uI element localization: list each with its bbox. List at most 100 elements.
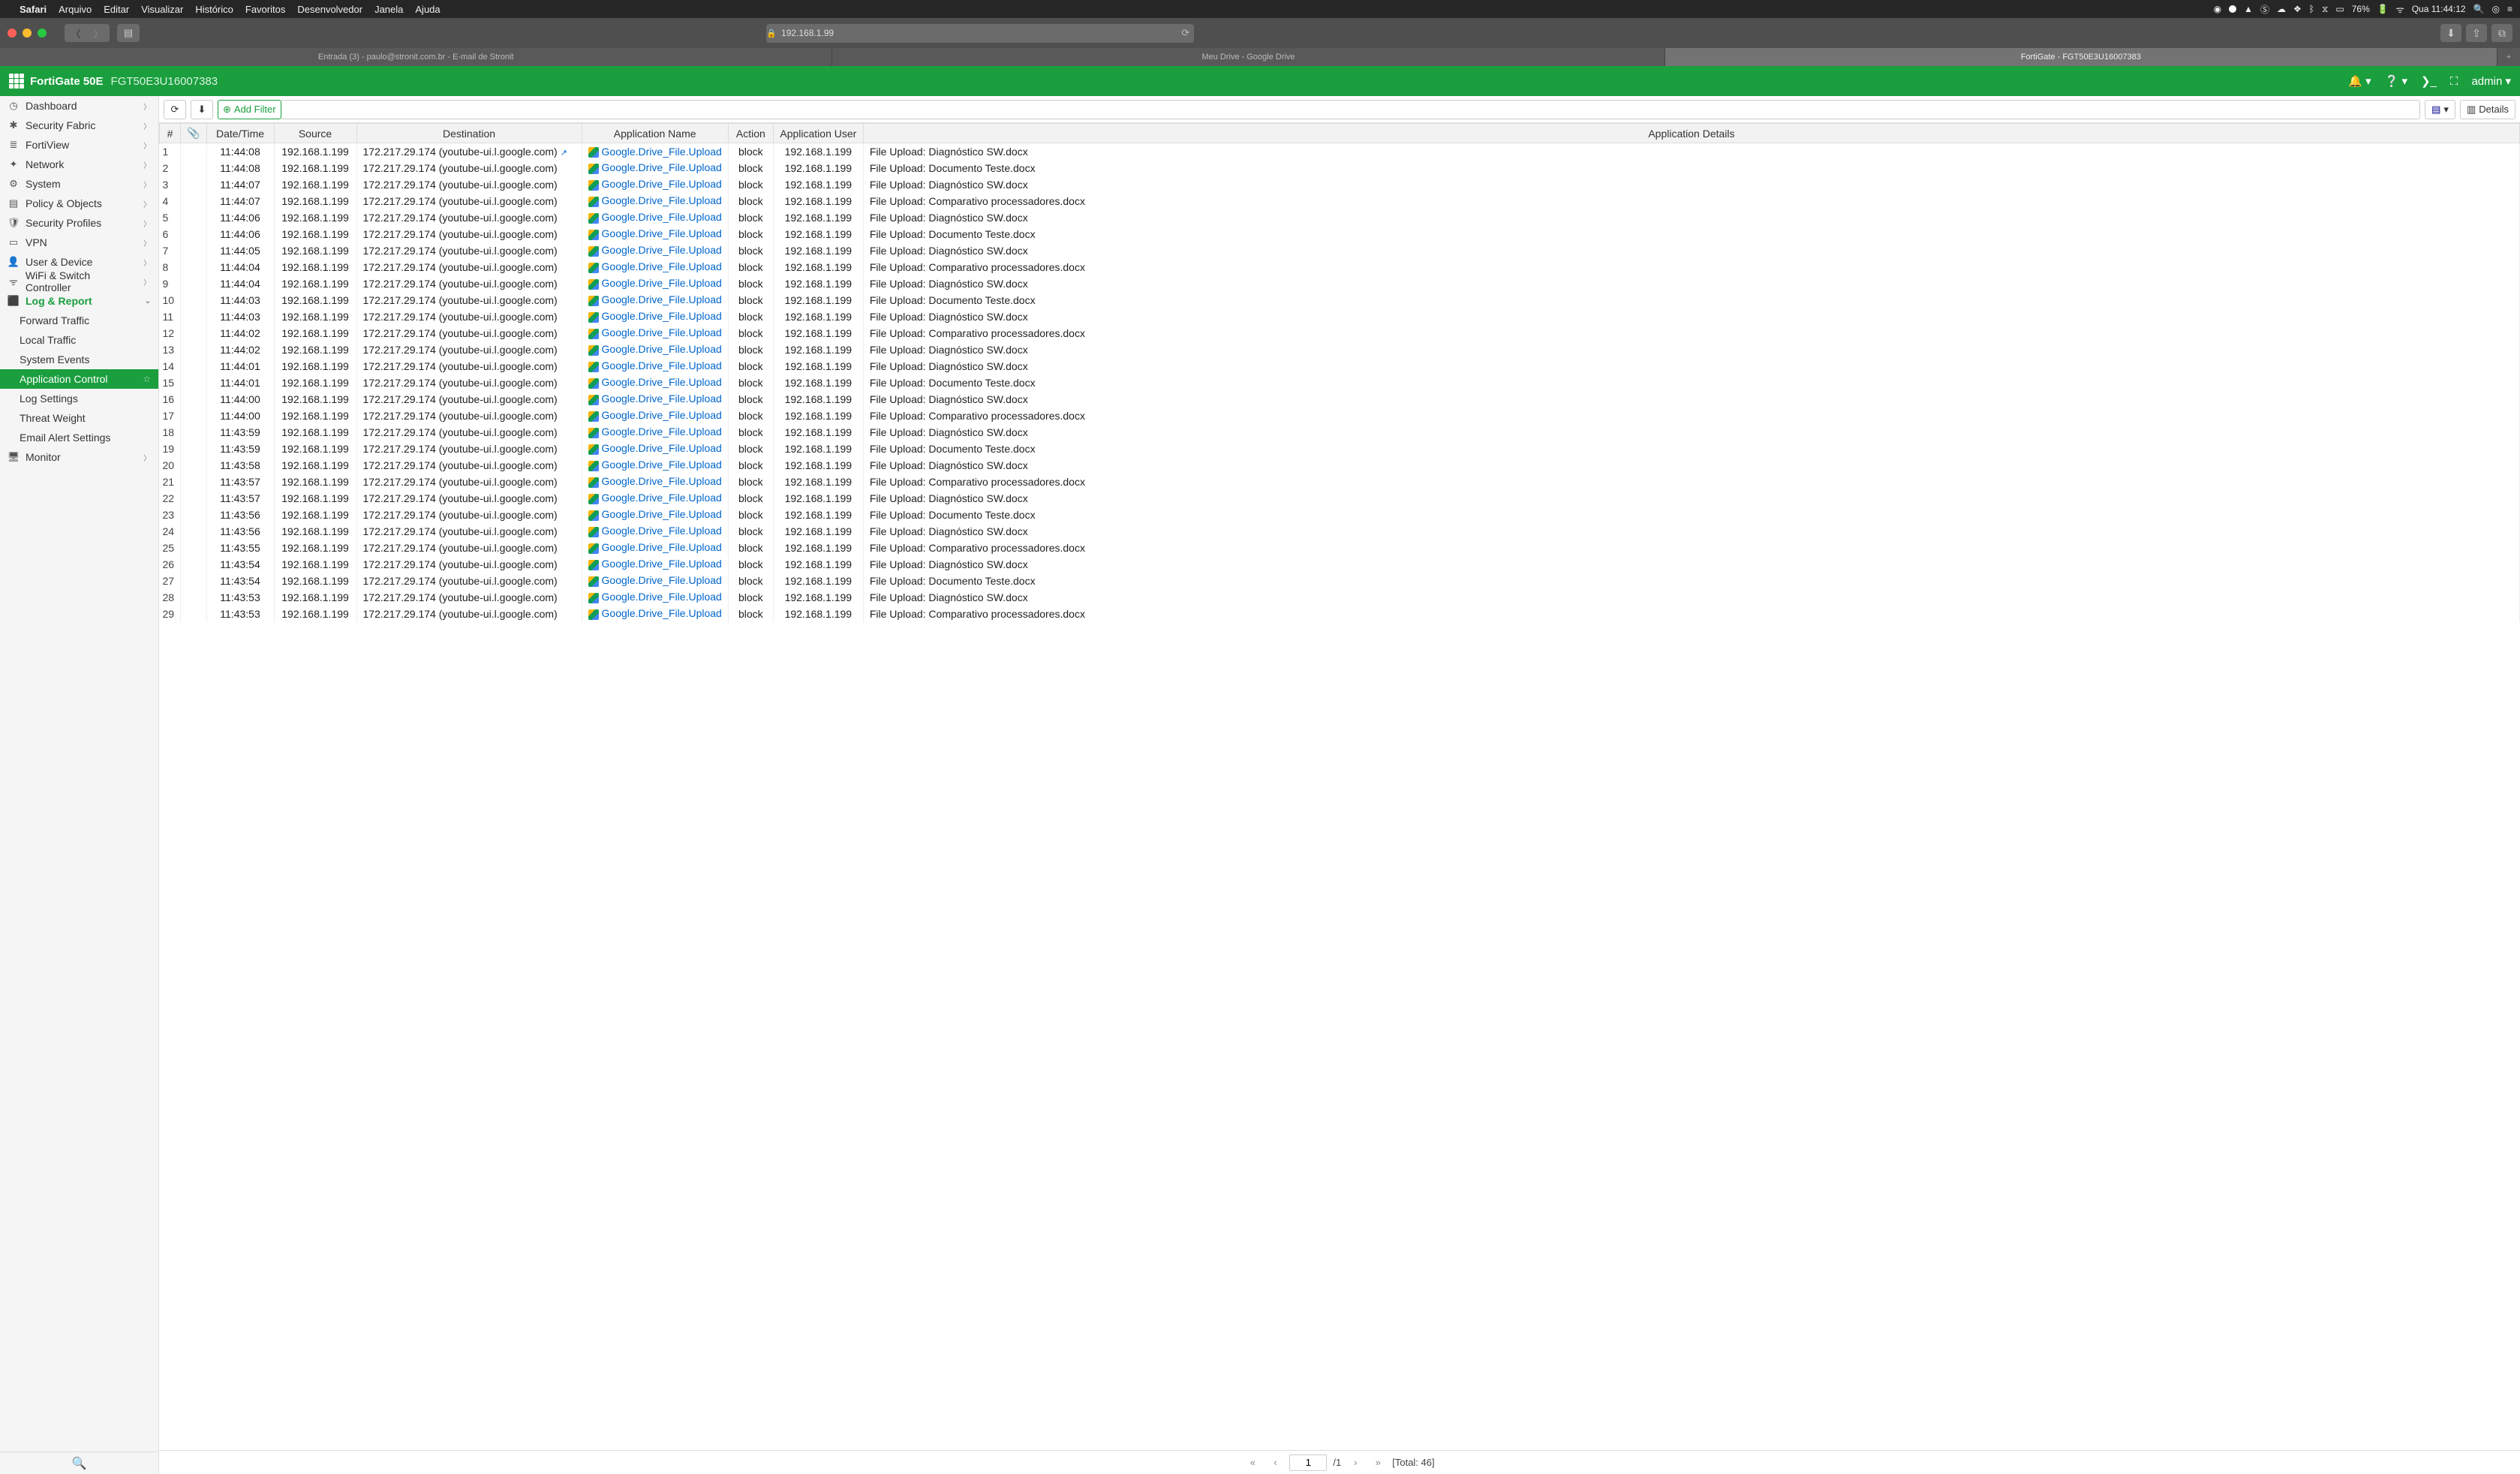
dropbox-icon[interactable]: ❖ — [2293, 4, 2302, 14]
menu-arquivo[interactable]: Arquivo — [59, 4, 92, 15]
sidebar-item-forward-traffic[interactable]: Forward Traffic — [0, 311, 158, 330]
table-row[interactable]: 2611:43:54192.168.1.199172.217.29.174 (y… — [160, 556, 2520, 573]
col-datetime[interactable]: Date/Time — [206, 124, 274, 143]
details-button[interactable]: ▥Details — [2460, 100, 2515, 119]
sidebar-item-vpn[interactable]: ▭VPN〉 — [0, 233, 158, 252]
add-filter-button[interactable]: ⊕Add Filter — [218, 100, 281, 119]
cell-app-name[interactable]: Google.Drive_File.Upload — [582, 325, 728, 341]
sidebar-item-email-alert[interactable]: Email Alert Settings — [0, 428, 158, 447]
menu-visualizar[interactable]: Visualizar — [141, 4, 183, 15]
next-page-button[interactable]: › — [1347, 1454, 1364, 1471]
cell-app-name[interactable]: Google.Drive_File.Upload — [582, 457, 728, 474]
col-app-name[interactable]: Application Name — [582, 124, 728, 143]
table-row[interactable]: 1811:43:59192.168.1.199172.217.29.174 (y… — [160, 424, 2520, 441]
sidebar-item-policy[interactable]: ▤Policy & Objects〉 — [0, 194, 158, 213]
cell-app-name[interactable]: Google.Drive_File.Upload — [582, 275, 728, 292]
teamviewer-icon[interactable]: ▲ — [2244, 4, 2253, 14]
table-row[interactable]: 611:44:06192.168.1.199172.217.29.174 (yo… — [160, 226, 2520, 242]
url-bar[interactable]: 🔒 192.168.1.99 ⟳ — [766, 24, 1194, 43]
sidebar-search-button[interactable]: 🔍 — [0, 1451, 158, 1474]
siri-icon[interactable]: ◎ — [2492, 4, 2500, 14]
skype-icon[interactable]: Ⓢ — [2260, 3, 2269, 16]
cell-app-name[interactable]: Google.Drive_File.Upload — [582, 143, 728, 160]
log-source-dropdown[interactable]: ▤ ▾ — [2425, 100, 2455, 119]
cell-app-name[interactable]: Google.Drive_File.Upload — [582, 474, 728, 490]
cell-app-name[interactable]: Google.Drive_File.Upload — [582, 341, 728, 358]
cell-app-name[interactable]: Google.Drive_File.Upload — [582, 573, 728, 589]
battery-icon[interactable]: 🔋 — [2377, 4, 2389, 14]
record-dot-icon[interactable] — [2229, 5, 2236, 13]
cell-app-name[interactable]: Google.Drive_File.Upload — [582, 523, 728, 540]
sidebar-item-network[interactable]: ✦Network〉 — [0, 155, 158, 174]
table-row[interactable]: 111:44:08192.168.1.199172.217.29.174 (yo… — [160, 143, 2520, 160]
table-row[interactable]: 211:44:08192.168.1.199172.217.29.174 (yo… — [160, 160, 2520, 176]
menu-editar[interactable]: Editar — [104, 4, 129, 15]
cell-app-name[interactable]: Google.Drive_File.Upload — [582, 441, 728, 457]
table-row[interactable]: 1511:44:01192.168.1.199172.217.29.174 (y… — [160, 375, 2520, 391]
table-row[interactable]: 2311:43:56192.168.1.199172.217.29.174 (y… — [160, 507, 2520, 523]
table-row[interactable]: 2411:43:56192.168.1.199172.217.29.174 (y… — [160, 523, 2520, 540]
favorite-star-icon[interactable]: ☆ — [143, 374, 151, 384]
close-window-icon[interactable] — [8, 29, 17, 38]
menu-desenvolvedor[interactable]: Desenvolvedor — [297, 4, 362, 15]
cell-app-name[interactable]: Google.Drive_File.Upload — [582, 507, 728, 523]
sidebar-item-fortiview[interactable]: ≣FortiView〉 — [0, 135, 158, 155]
sidebar-item-dashboard[interactable]: ◷Dashboard〉 — [0, 96, 158, 116]
table-row[interactable]: 1011:44:03192.168.1.199172.217.29.174 (y… — [160, 292, 2520, 308]
cell-app-name[interactable]: Google.Drive_File.Upload — [582, 375, 728, 391]
cell-app-name[interactable]: Google.Drive_File.Upload — [582, 292, 728, 308]
cell-app-name[interactable]: Google.Drive_File.Upload — [582, 308, 728, 325]
menu-historico[interactable]: Histórico — [195, 4, 233, 15]
fullscreen-button[interactable]: ⛶ — [2450, 75, 2458, 88]
table-row[interactable]: 1211:44:02192.168.1.199172.217.29.174 (y… — [160, 325, 2520, 341]
cell-app-name[interactable]: Google.Drive_File.Upload — [582, 358, 728, 375]
cloud-icon[interactable]: ☁ — [2277, 4, 2286, 14]
help-button[interactable]: ❔ ▾ — [2385, 74, 2407, 88]
wifi-icon[interactable]: ᯤ — [2396, 3, 2404, 16]
table-row[interactable]: 1411:44:01192.168.1.199172.217.29.174 (y… — [160, 358, 2520, 375]
notification-icon[interactable]: ≡ — [2507, 4, 2512, 14]
sidebar-item-threat-weight[interactable]: Threat Weight — [0, 408, 158, 428]
cell-app-name[interactable]: Google.Drive_File.Upload — [582, 176, 728, 193]
table-row[interactable]: 1311:44:02192.168.1.199172.217.29.174 (y… — [160, 341, 2520, 358]
cell-app-name[interactable]: Google.Drive_File.Upload — [582, 193, 728, 209]
minimize-window-icon[interactable] — [23, 29, 32, 38]
table-row[interactable]: 2811:43:53192.168.1.199172.217.29.174 (y… — [160, 589, 2520, 606]
cell-app-name[interactable]: Google.Drive_File.Upload — [582, 540, 728, 556]
table-row[interactable]: 2711:43:54192.168.1.199172.217.29.174 (y… — [160, 573, 2520, 589]
tabs-button[interactable]: ⧉ — [2491, 24, 2512, 42]
screenrec-icon[interactable]: ◉ — [2214, 4, 2221, 14]
last-page-button[interactable]: » — [1370, 1454, 1386, 1471]
cell-app-name[interactable]: Google.Drive_File.Upload — [582, 209, 728, 226]
cell-app-name[interactable]: Google.Drive_File.Upload — [582, 259, 728, 275]
col-attach[interactable]: 📎 — [181, 124, 206, 143]
table-row[interactable]: 2111:43:57192.168.1.199172.217.29.174 (y… — [160, 474, 2520, 490]
sidebar-item-log-settings[interactable]: Log Settings — [0, 389, 158, 408]
prev-page-button[interactable]: ‹ — [1267, 1454, 1283, 1471]
sidebar-item-system-events[interactable]: System Events — [0, 350, 158, 369]
sidebar-item-application-control[interactable]: Application Control☆ — [0, 369, 158, 389]
cell-app-name[interactable]: Google.Drive_File.Upload — [582, 242, 728, 259]
external-link-icon[interactable]: ↗ — [561, 149, 567, 158]
table-row[interactable]: 1711:44:00192.168.1.199172.217.29.174 (y… — [160, 408, 2520, 424]
tab-drive[interactable]: Meu Drive - Google Drive — [832, 48, 1664, 66]
cell-app-name[interactable]: Google.Drive_File.Upload — [582, 160, 728, 176]
col-app-user[interactable]: Application User — [773, 124, 863, 143]
table-row[interactable]: 1111:44:03192.168.1.199172.217.29.174 (y… — [160, 308, 2520, 325]
share-button[interactable]: ⇪ — [2466, 24, 2487, 42]
table-row[interactable]: 1911:43:59192.168.1.199172.217.29.174 (y… — [160, 441, 2520, 457]
safari-sidebar-button[interactable]: ▤ — [117, 24, 140, 42]
menu-ajuda[interactable]: Ajuda — [415, 4, 440, 15]
cell-app-name[interactable]: Google.Drive_File.Upload — [582, 424, 728, 441]
notifications-button[interactable]: 🔔 ▾ — [2348, 74, 2371, 88]
col-action[interactable]: Action — [728, 124, 773, 143]
cell-app-name[interactable]: Google.Drive_File.Upload — [582, 490, 728, 507]
spotlight-icon[interactable]: 🔍 — [2473, 4, 2485, 14]
forward-button[interactable]: 〉 — [87, 24, 110, 42]
user-menu[interactable]: admin ▾ — [2471, 74, 2511, 88]
col-app-details[interactable]: Application Details — [863, 124, 2519, 143]
table-row[interactable]: 511:44:06192.168.1.199172.217.29.174 (yo… — [160, 209, 2520, 226]
timemachine-icon[interactable]: ⧖ — [2322, 4, 2328, 15]
cell-app-name[interactable]: Google.Drive_File.Upload — [582, 556, 728, 573]
cell-app-name[interactable]: Google.Drive_File.Upload — [582, 408, 728, 424]
